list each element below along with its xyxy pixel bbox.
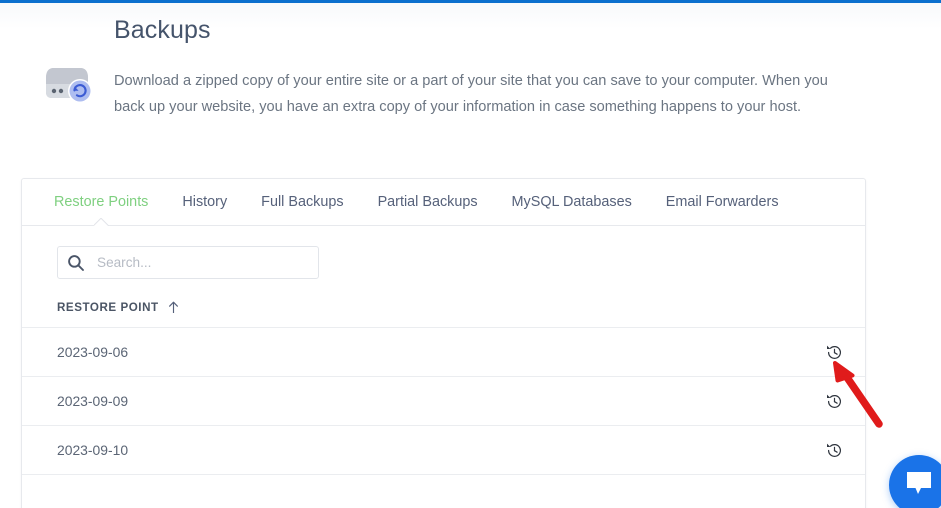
column-header-label: RESTORE POINT: [57, 301, 159, 314]
restore-history-icon[interactable]: [826, 442, 843, 459]
cell-restore-point: 2023-09-09: [22, 376, 805, 426]
cell-actions: [805, 425, 865, 475]
page-description: Download a zipped copy of your entire si…: [114, 73, 828, 115]
tab-full-backups[interactable]: Full Backups: [244, 179, 360, 225]
page-root: Backups Download a zipped copy of your e…: [0, 0, 941, 508]
arrow-up-icon: [168, 301, 179, 314]
table-row[interactable]: 2023-09-06: [22, 327, 865, 377]
search-box[interactable]: [57, 246, 319, 279]
chat-bubble-icon: [904, 469, 934, 502]
column-header-actions: [805, 301, 865, 328]
backups-card: Restore Points History Full Backups Part…: [21, 178, 866, 508]
search-input[interactable]: [95, 254, 305, 271]
tab-bar: Restore Points History Full Backups Part…: [22, 179, 865, 226]
tab-partial-backups[interactable]: Partial Backups: [361, 179, 495, 225]
page-title: Backups: [114, 16, 211, 44]
cell-restore-point: 2023-09-06: [22, 327, 805, 377]
table-body: 2023-09-06 2023-09-09 2023-09-10: [22, 327, 865, 475]
table-head: RESTORE POINT: [22, 301, 865, 328]
hard-drive-restore-icon: [36, 58, 98, 106]
tab-email-forwarders[interactable]: Email Forwarders: [649, 179, 796, 225]
chat-widget-button[interactable]: [889, 455, 941, 508]
search-icon: [67, 254, 85, 272]
cell-actions: [805, 327, 865, 377]
cell-restore-point: 2023-09-10: [22, 425, 805, 475]
restore-history-icon[interactable]: [826, 344, 843, 361]
table-row[interactable]: 2023-09-10: [22, 425, 865, 475]
active-tab-caret-indicator: [94, 218, 109, 226]
table-row[interactable]: 2023-09-09: [22, 376, 865, 426]
top-accent-rule: [0, 0, 941, 3]
restore-points-table: RESTORE POINT 2023-09-06 2023-09-09 2023…: [22, 301, 865, 475]
table-header-row: RESTORE POINT: [22, 301, 865, 328]
tab-mysql-databases[interactable]: MySQL Databases: [495, 179, 649, 225]
cell-actions: [805, 376, 865, 426]
restore-history-icon[interactable]: [826, 393, 843, 410]
column-header-restore-point[interactable]: RESTORE POINT: [22, 301, 805, 328]
search-row: [22, 226, 865, 279]
tab-history[interactable]: History: [165, 179, 244, 225]
